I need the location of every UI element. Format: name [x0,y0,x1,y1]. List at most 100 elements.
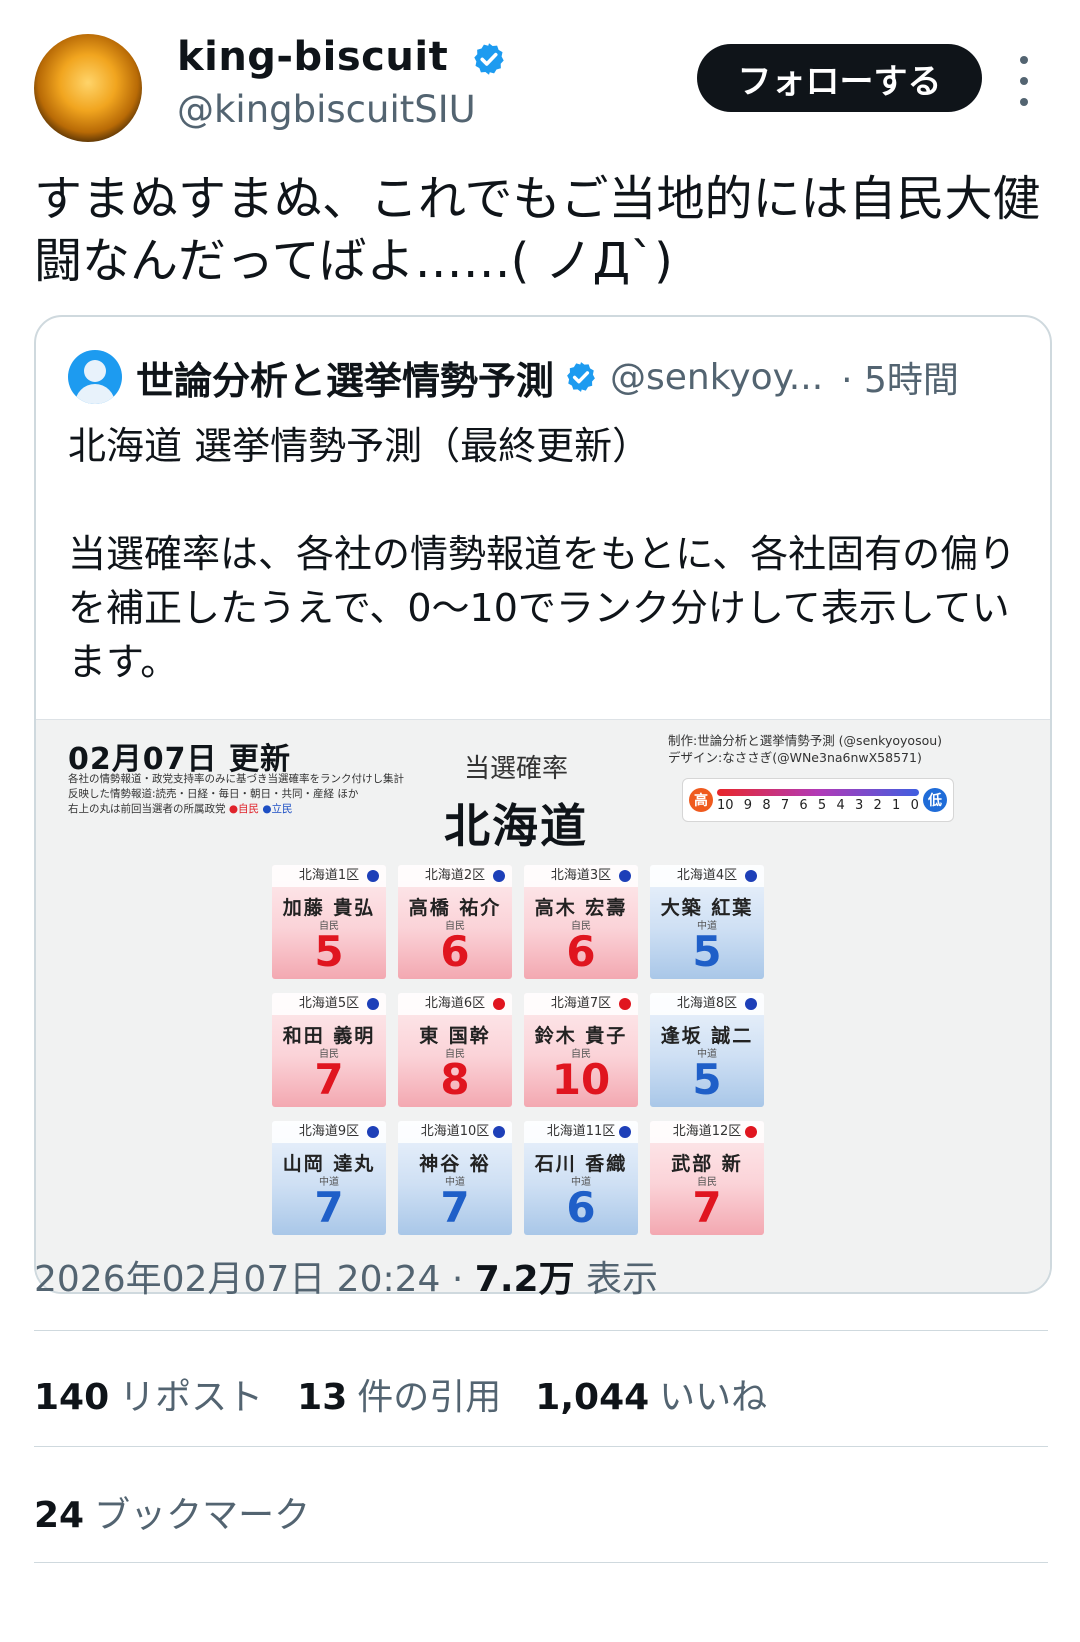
quoted-tweet-card[interactable]: 世論分析と選挙情勢予測 @senkyoy... · 5時間 北海道 選挙情勢予測… [34,315,1052,1294]
win-probability-rank: 7 [692,1183,722,1232]
scale-number: 5 [817,798,827,813]
district-card: 北海道7区 鈴木 貴子 自民 10 [524,993,638,1107]
quoted-verified-badge-icon [567,362,595,392]
scale-number: 0 [910,798,919,813]
scale-number: 7 [780,798,790,813]
district-card: 北海道12区 武部 新自民 7 [650,1121,764,1235]
infographic-notes: 各社の情勢報道・政党支持率のみに基づき当選確率をランク付けし集計 反映した情勢報… [68,772,428,817]
previous-winner-party-dot [619,998,631,1010]
divider [34,1562,1048,1563]
reposts-label: リポスト [119,1377,264,1418]
quoted-author-handle[interactable]: @senkyoy... [610,357,823,398]
previous-winner-party-dot [745,870,757,882]
win-probability-rank: 5 [692,1055,722,1104]
district-card: 北海道9区 山岡 達丸 中道 7 [272,1121,386,1235]
candidate-name: 逢坂 誠二 [660,1025,754,1047]
follow-button[interactable]: フォローする [697,44,982,112]
infographic-note: 反映した情勢報道:読売・日経・毎日・朝日・共同・産経 ほか [68,788,359,800]
author-avatar[interactable] [34,34,142,142]
previous-winner-party-dot [619,870,631,882]
candidate-name: 武部 新 [671,1153,743,1175]
probability-scale: 高 10 9 8 7 6 5 4 3 2 1 0 低 [682,778,954,822]
district-card: 北海道6区東 国幹 自民 8 [398,993,512,1107]
candidate-name: 鈴木 貴子 [534,1025,628,1047]
likes-count: 1,044 [535,1377,650,1418]
more-options-icon[interactable] [1014,56,1034,106]
candidate-name: 石川 香織 [534,1153,628,1175]
scale-number: 6 [799,798,808,813]
candidate-name: 東 国幹 [419,1025,491,1047]
bookmarks-label: ブックマーク [94,1495,311,1536]
legend-cdp: ●立民 [262,803,293,815]
win-probability-rank: 5 [692,927,722,976]
district-card: 北海道4区 大築 紅葉 中道 5 [650,865,764,979]
scale-gradient-bar [717,789,919,796]
infographic-credit: 制作:世論分析と選挙情勢予測 (@senkyoyosou) デザイン:なささぎ(… [668,732,942,766]
win-probability-rank: 7 [314,1183,344,1232]
quotes-stat[interactable]: 13 件の引用 [297,1368,501,1420]
previous-winner-party-dot [493,1126,505,1138]
infographic-title: 北海道 [444,799,588,853]
quoted-author-avatar[interactable] [68,350,122,404]
scale-high-label: 高 [689,788,713,812]
win-probability-rank: 6 [566,927,596,976]
win-probability-rank: 5 [314,927,344,976]
quoted-tweet-time: · 5時間 [841,360,959,401]
infographic-subtitle: 当選確率 [463,754,568,784]
district-card: 北海道8区 逢坂 誠二 中道 5 [650,993,764,1107]
infographic-note: 各社の情勢報道・政党支持率のみに基づき当選確率をランク付けし集計 [68,773,404,785]
scale-numbers: 10 9 8 7 6 5 4 3 2 1 0 [717,798,919,813]
scale-number: 1 [892,798,901,813]
credit-producer: 制作:世論分析と選挙情勢予測 (@senkyoyosou) [668,733,943,748]
previous-winner-party-dot [367,998,379,1010]
scale-number: 8 [762,798,771,813]
scale-low-label: 低 [923,788,947,812]
tweet-text: すまぬすまぬ、これでもご当地的には自民大健闘なんだってばよ……( ノД`) [34,171,1041,289]
election-forecast-image[interactable]: 02月07日 更新 各社の情勢報道・政党支持率のみに基づき当選確率をランク付けし… [36,719,1050,1292]
district-card: 北海道2区 高橋 祐介 自民 6 [398,865,512,979]
quotes-label: 件の引用 [357,1377,502,1418]
candidate-name: 山岡 達丸 [282,1153,376,1175]
previous-winner-party-dot [493,998,505,1010]
divider [34,1446,1048,1447]
previous-winner-party-dot [745,1126,757,1138]
verified-badge-icon [473,43,504,75]
previous-winner-party-dot [493,870,505,882]
win-probability-rank: 6 [440,927,470,976]
quotes-count: 13 [297,1377,348,1418]
scale-number: 10 [717,798,734,813]
credit-designer: デザイン:なささぎ(@WNe3na6nwX58571) [668,750,922,765]
tweet-meta: 2026年02月07日 20:24 · 7.2万 表示 [34,1250,658,1302]
candidate-name: 神谷 裕 [419,1153,491,1175]
win-probability-rank: 8 [440,1055,470,1104]
author-handle[interactable]: @kingbiscuitSIU [177,88,476,131]
quoted-tweet-text: 北海道 選挙情勢予測（最終更新） 当選確率は、各社の情勢報道をもとに、各社固有の… [68,424,1017,684]
candidate-name: 高橋 祐介 [408,897,502,919]
likes-label: いいね [659,1377,768,1418]
previous-winner-party-dot [367,870,379,882]
previous-winner-party-dot [619,1126,631,1138]
quoted-author-name[interactable]: 世論分析と選挙情勢予測 [136,350,554,405]
author-name[interactable]: king-biscuit [177,34,448,80]
views-count: 7.2万 [474,1259,575,1300]
district-card: 北海道11区 石川 香織 中道 6 [524,1121,638,1235]
likes-stat[interactable]: 1,044 いいね [535,1368,767,1420]
win-probability-rank: 7 [440,1183,470,1232]
tweet-timestamp[interactable]: 2026年02月07日 20:24 [34,1259,440,1300]
win-probability-rank: 7 [314,1055,344,1104]
reposts-stat[interactable]: 140 リポスト [34,1368,263,1420]
views-label: 表示 [586,1259,659,1300]
district-grid: 北海道1区 加藤 貴弘 自民 5 北海道2区 高橋 祐介 自民 6 北海道3区 高木 宏壽 自民 6 北… [272,865,766,1235]
legend-ldp: ●自民 [228,803,260,815]
bookmarks-stat[interactable]: 24 ブックマーク [34,1486,310,1538]
engagement-stats: 140 リポスト 13 件の引用 1,044 いいね [34,1368,767,1420]
reposts-count: 140 [34,1377,110,1418]
district-card: 北海道5区 和田 義明 自民 7 [272,993,386,1107]
previous-winner-party-dot [367,1126,379,1138]
previous-winner-party-dot [745,998,757,1010]
win-probability-rank: 6 [566,1183,596,1232]
win-probability-rank: 10 [551,1055,611,1104]
candidate-name: 加藤 貴弘 [282,897,376,919]
bookmarks-count: 24 [34,1495,85,1536]
scale-number: 4 [836,798,845,813]
